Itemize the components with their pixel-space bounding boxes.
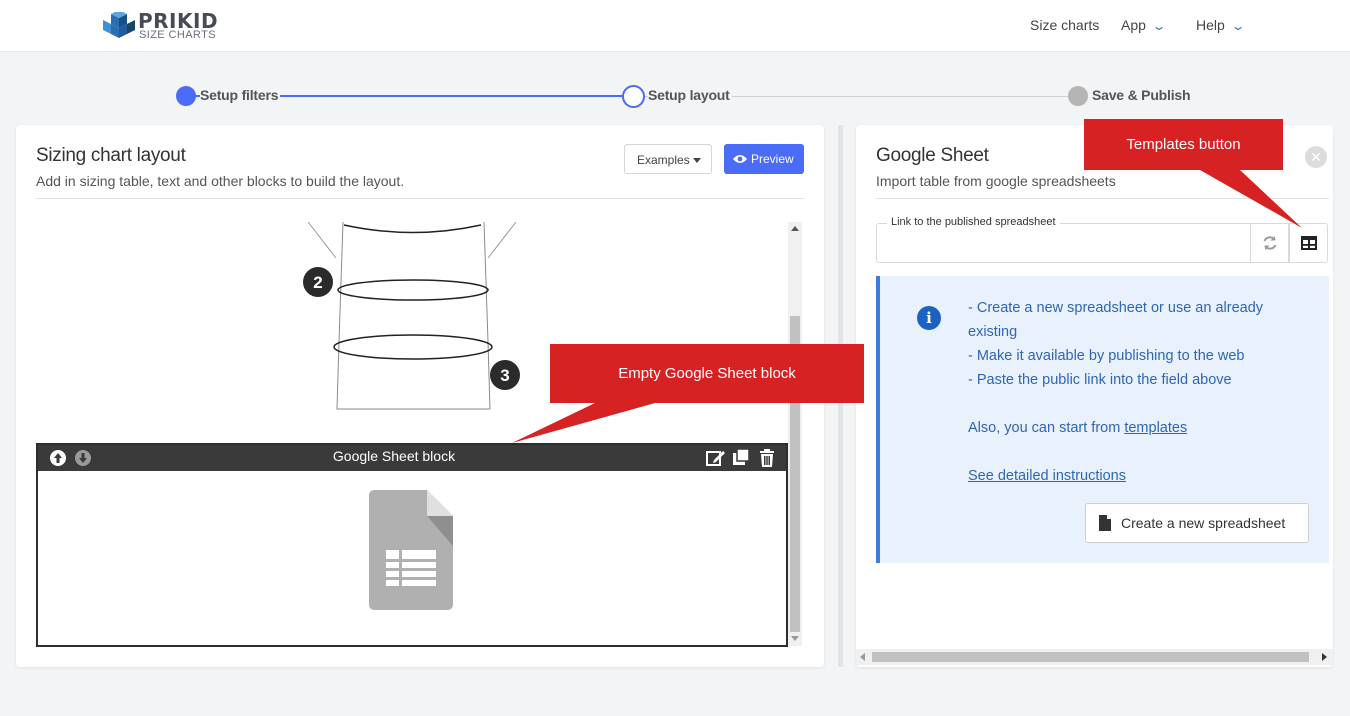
chevron-down-icon: ⌄	[1151, 19, 1167, 33]
layout-scrollbar[interactable]	[788, 222, 802, 646]
scrollbar-thumb[interactable]	[872, 652, 1309, 662]
preview-label: Preview	[751, 152, 794, 166]
step-3-label[interactable]: Save & Publish	[1092, 87, 1191, 103]
info-line-2: - Make it available by publishing to the…	[968, 348, 1245, 364]
nav-app-menu[interactable]: App ⌄	[1121, 17, 1167, 33]
spreadsheet-link-field: Link to the published spreadsheet	[876, 216, 1251, 263]
templates-button[interactable]	[1289, 223, 1328, 263]
info-icon: i	[917, 306, 941, 330]
examples-label: Examples	[637, 153, 690, 167]
edit-icon[interactable]	[706, 449, 726, 467]
layout-panel-subtitle: Add in sizing table, text and other bloc…	[36, 173, 405, 189]
chevron-down-icon: ⌄	[1230, 19, 1246, 33]
duplicate-icon[interactable]	[732, 448, 752, 468]
title-divider	[36, 198, 804, 199]
google-sheet-block[interactable]: Google Sheet block	[36, 443, 788, 647]
eye-icon	[733, 155, 747, 163]
refresh-button[interactable]	[1250, 223, 1289, 263]
info-line-3: - Paste the public link into the field a…	[968, 372, 1232, 388]
instructions-box: i - Create a new spreadsheet or use an a…	[876, 276, 1329, 563]
nav-app-label: App	[1121, 17, 1146, 33]
title-divider	[876, 198, 1329, 199]
step-2-label[interactable]: Setup layout	[648, 87, 732, 103]
logo[interactable]: PRIKID SIZE CHARTS	[102, 9, 242, 42]
empty-block-callout: Empty Google Sheet block	[550, 344, 864, 403]
examples-dropdown[interactable]: Examples	[624, 144, 712, 174]
marker-3: 3	[500, 366, 509, 385]
block-toolbar: Google Sheet block	[38, 445, 786, 471]
google-sheets-file-icon	[369, 490, 453, 610]
preview-button[interactable]: Preview	[724, 144, 804, 174]
nav-size-charts[interactable]: Size charts	[1030, 17, 1099, 33]
google-sheet-panel: Google Sheet Import table from google sp…	[856, 125, 1333, 667]
nav-help-label: Help	[1196, 17, 1225, 33]
scroll-left-arrow[interactable]	[860, 653, 865, 661]
panel-horizontal-scrollbar[interactable]	[856, 649, 1333, 665]
close-icon[interactable]: ✕	[1305, 146, 1327, 168]
trash-icon[interactable]	[758, 448, 776, 468]
info-line-1: - Create a new spreadsheet or use an alr…	[968, 300, 1264, 340]
step-2-dot[interactable]	[622, 85, 645, 108]
google-sheet-panel-title: Google Sheet	[876, 145, 989, 166]
create-spreadsheet-label: Create a new spreadsheet	[1121, 515, 1286, 531]
scroll-up-arrow[interactable]	[791, 226, 799, 231]
templates-callout: Templates button	[1084, 119, 1283, 170]
caret-down-icon	[693, 158, 701, 163]
spreadsheet-link-label: Link to the published spreadsheet	[887, 216, 1060, 228]
top-navbar: PRIKID SIZE CHARTS Size charts App ⌄ Help…	[0, 0, 1350, 52]
brand-tagline: SIZE CHARTS	[139, 29, 216, 41]
templates-text: Also, you can start from templates	[968, 416, 1298, 440]
layout-panel-title: Sizing chart layout	[36, 145, 186, 166]
block-title: Google Sheet block	[332, 448, 456, 464]
create-spreadsheet-button[interactable]: Create a new spreadsheet	[1085, 503, 1309, 543]
logo-cubes-icon	[103, 12, 135, 38]
nav-size-charts-label: Size charts	[1030, 17, 1100, 33]
templates-prefix: Also, you can start from	[968, 420, 1121, 436]
step-3-dot[interactable]	[1068, 86, 1088, 106]
table-icon	[1301, 236, 1317, 250]
marker-2: 2	[313, 273, 322, 292]
step-1-label[interactable]: Setup filters	[200, 87, 281, 103]
google-sheet-panel-subtitle: Import table from google spreadsheets	[876, 173, 1116, 189]
templates-link[interactable]: templates	[1124, 420, 1187, 436]
spreadsheet-link-input[interactable]	[885, 232, 1240, 256]
document-icon	[1099, 515, 1111, 531]
refresh-icon	[1263, 236, 1277, 250]
instructions-link[interactable]: See detailed instructions	[968, 468, 1126, 484]
scroll-right-arrow[interactable]	[1322, 653, 1327, 661]
scroll-down-arrow[interactable]	[791, 636, 799, 641]
step-1-dot[interactable]	[176, 86, 196, 106]
nav-help-menu[interactable]: Help ⌄	[1196, 17, 1246, 33]
